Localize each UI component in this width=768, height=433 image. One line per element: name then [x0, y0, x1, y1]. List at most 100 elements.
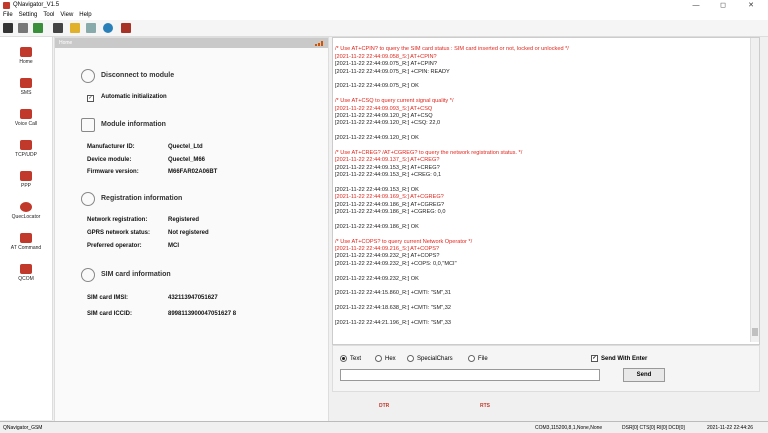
auto-init-checkbox[interactable]: ✓	[87, 95, 94, 102]
log-line: [2021-11-22 22:44:09.232_R:] AT+COPS?	[335, 253, 440, 260]
field-label: SIM card ICCID:	[87, 311, 133, 317]
sidebar-item-label: PPP	[20, 183, 31, 189]
chat-icon	[20, 171, 32, 181]
field-value: M66FAR02A06BT	[168, 169, 218, 175]
field-value: MCI	[168, 243, 179, 249]
filter-icon[interactable]	[33, 23, 43, 33]
mode-hex-radio[interactable]: Hex	[375, 355, 396, 362]
close-button[interactable]: ✕	[742, 1, 760, 10]
radio-icon	[407, 355, 414, 362]
wifi-icon	[20, 140, 32, 150]
sidebar: Home SMS Voice Call TCP/UDP PPP QuecLoca…	[0, 37, 53, 420]
field-label: Preferred operator:	[87, 243, 142, 249]
title-bar: QNavigator_V1.5 — ◻ ✕	[0, 0, 768, 11]
log-scrollbar[interactable]	[750, 38, 759, 342]
sidebar-item-label: QuecLocator	[11, 214, 41, 220]
sidebar-item-label: SMS	[20, 90, 32, 96]
send-button[interactable]: Send	[623, 368, 665, 382]
signal-panel: DTR RTS	[332, 392, 758, 420]
status-port: COM3,115200,8,1,None,None	[535, 425, 603, 431]
home-icon	[20, 47, 32, 57]
sidebar-item-tcp-udp[interactable]: TCP/UDP	[0, 136, 52, 166]
mode-text-radio[interactable]: Text	[340, 355, 361, 362]
field-label: Network registration:	[87, 217, 148, 223]
book-icon[interactable]	[121, 23, 131, 33]
locator-icon	[20, 202, 32, 212]
status-lines: DSR[0] CTS[0] RI[0] DCD[0]	[622, 425, 685, 431]
field-label: Manufacturer ID:	[87, 144, 135, 150]
menu-view[interactable]: View	[57, 11, 76, 20]
folder-icon[interactable]	[70, 23, 80, 33]
maximize-button[interactable]: ◻	[714, 1, 732, 10]
scrollbar-thumb[interactable]	[752, 328, 758, 336]
document-icon[interactable]	[86, 23, 96, 33]
log-line: [2021-11-22 22:44:09.137_S:] AT+CREG?	[335, 157, 440, 164]
gear-icon	[81, 69, 95, 83]
checkbox-box: ✓	[591, 355, 598, 362]
log-line: /* Use AT+CREG? /AT+CGREG? to query the …	[335, 149, 523, 156]
log-line: [2021-11-22 22:44:09.186_R:] AT+CGREG?	[335, 201, 445, 208]
sim-info-title: SIM card information	[101, 271, 171, 278]
qcom-icon	[20, 264, 32, 274]
menu-help[interactable]: Help	[76, 11, 94, 20]
sidebar-item-home[interactable]: Home	[0, 43, 52, 73]
field-label: Firmware version:	[87, 169, 139, 175]
log-line: [2021-11-22 22:44:09.075_R:] +CPIN: READ…	[335, 68, 450, 75]
log-panel[interactable]: /* Use AT+CPIN? to query the SIM card st…	[332, 37, 760, 345]
save-icon[interactable]	[3, 23, 13, 33]
mode-specialchars-radio[interactable]: SpecialChars	[407, 355, 453, 362]
log-line: /* Use AT+COPS? to query current Network…	[335, 238, 473, 245]
log-line: [2021-11-22 22:44:09.169_S:] AT+CGREG?	[335, 194, 444, 201]
panel-header-title: Home	[59, 40, 73, 46]
sidebar-item-qcom[interactable]: QCOM	[0, 260, 52, 290]
sidebar-item-queclocator[interactable]: QuecLocator	[0, 198, 52, 228]
send-with-enter-checkbox[interactable]: ✓ Send With Enter	[591, 355, 647, 362]
mode-label: Hex	[385, 356, 396, 363]
disconnect-button[interactable]: Disconnect to module	[101, 72, 174, 79]
sidebar-item-sms[interactable]: SMS	[0, 74, 52, 104]
log-line: [2021-11-22 22:44:15.860_R:] +CMTI: "SM"…	[335, 290, 451, 297]
signal-icon	[315, 41, 324, 46]
disk-icon[interactable]	[53, 23, 63, 33]
globe-icon[interactable]	[103, 23, 113, 33]
sidebar-item-at-command[interactable]: AT Command	[0, 229, 52, 259]
home-panel: Home Disconnect to module ✓ Automatic in…	[54, 37, 329, 422]
message-icon	[20, 78, 32, 88]
menu-tool[interactable]: Tool	[40, 11, 57, 20]
terminal-icon	[20, 233, 32, 243]
log-line: [2021-11-22 22:44:09.075_R:] OK	[335, 83, 419, 90]
field-label: SIM card IMSI:	[87, 295, 129, 301]
field-value: Not registered	[168, 230, 209, 236]
log-line: [2021-11-22 22:44:09.120_R:] AT+CSQ	[335, 112, 433, 119]
sidebar-item-ppp[interactable]: PPP	[0, 167, 52, 197]
log-line: [2021-11-22 22:44:09.186_R:] +CGREG: 0,0	[335, 208, 446, 215]
menu-setting[interactable]: Setting	[16, 11, 41, 20]
status-bar: QNavigator_GSM COM3,115200,8,1,None,None…	[0, 421, 768, 433]
sidebar-item-label: QCOM	[18, 276, 34, 282]
mode-label: Text	[350, 356, 362, 363]
log-line: [2021-11-22 22:44:09.153_R:] +CREG: 0,1	[335, 172, 442, 179]
menu-file[interactable]: File	[0, 11, 16, 20]
minimize-button[interactable]: —	[687, 1, 705, 10]
send-input[interactable]	[340, 369, 600, 381]
copy-icon[interactable]	[18, 23, 28, 33]
mode-file-radio[interactable]: File	[468, 355, 488, 362]
sidebar-item-label: Voice Call	[14, 121, 38, 127]
field-value: Registered	[168, 217, 200, 223]
registration-title: Registration information	[101, 195, 183, 202]
menu-bar: File Setting Tool View Help	[0, 11, 768, 20]
mode-label: SpecialChars	[417, 356, 453, 363]
dtr-toggle[interactable]: DTR	[379, 403, 389, 409]
rts-toggle[interactable]: RTS	[480, 403, 490, 409]
sidebar-item-voice-call[interactable]: Voice Call	[0, 105, 52, 135]
log-output[interactable]: /* Use AT+CPIN? to query the SIM card st…	[335, 39, 755, 341]
log-line: [2021-11-22 22:44:09.058_S:] AT+CPIN?	[335, 53, 437, 60]
